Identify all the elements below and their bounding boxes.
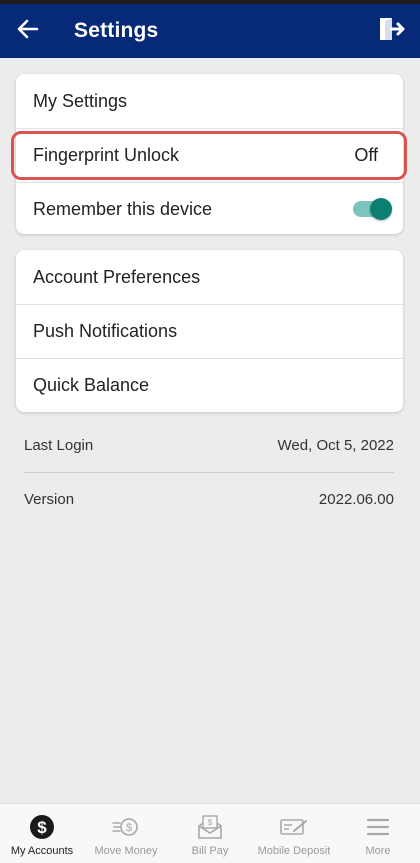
nav-more[interactable]: More (336, 804, 420, 863)
dollar-circle-icon: $ (28, 814, 56, 840)
app-bar: Settings (0, 4, 420, 58)
svg-text:$: $ (37, 818, 47, 837)
nav-label: Mobile Deposit (257, 845, 331, 857)
remember-device-toggle[interactable] (353, 198, 392, 220)
check-deposit-icon (280, 814, 308, 840)
list-item-label: Quick Balance (33, 374, 150, 395)
back-button[interactable] (0, 4, 56, 58)
nav-label: My Accounts (10, 845, 74, 857)
list-item-label: Account Preferences (33, 266, 201, 287)
fingerprint-unlock-label: Fingerprint Unlock (33, 144, 180, 165)
nav-label: Bill Pay (191, 845, 229, 857)
fingerprint-unlock-row[interactable]: Fingerprint Unlock Off (16, 128, 403, 182)
remember-device-row: Remember this device (16, 182, 403, 236)
nav-bill-pay[interactable]: $ Bill Pay (168, 804, 252, 863)
bill-pay-icon: $ (196, 814, 224, 840)
toggle-knob (370, 198, 392, 220)
fingerprint-unlock-value: Off (354, 144, 378, 165)
svg-text:$: $ (208, 818, 213, 827)
list-item-label: Push Notifications (33, 320, 178, 341)
preferences-card: Account Preferences Push Notifications Q… (16, 250, 403, 412)
svg-text:$: $ (126, 822, 132, 834)
bottom-nav: $ My Accounts $ Move Money $ Bill Pay Mo… (0, 803, 420, 863)
my-settings-header: My Settings (16, 74, 403, 128)
move-money-icon: $ (112, 814, 140, 840)
version-value: 2022.06.00 (318, 491, 394, 508)
nav-mobile-deposit[interactable]: Mobile Deposit (252, 804, 336, 863)
menu-icon (364, 814, 392, 840)
my-settings-card: My Settings Fingerprint Unlock Off Remem… (16, 74, 403, 234)
page-title: Settings (74, 19, 159, 42)
logout-icon (377, 15, 405, 48)
quick-balance-item[interactable]: Quick Balance (16, 358, 403, 412)
version-row: Version 2022.06.00 (24, 491, 394, 508)
arrow-left-icon (17, 18, 39, 45)
nav-label: More (365, 845, 391, 857)
nav-my-accounts[interactable]: $ My Accounts (0, 804, 84, 863)
last-login-label: Last Login (24, 437, 94, 454)
nav-label: Move Money (94, 845, 158, 857)
divider (24, 472, 394, 473)
account-preferences-item[interactable]: Account Preferences (16, 250, 403, 304)
nav-move-money[interactable]: $ Move Money (84, 804, 168, 863)
remember-device-label: Remember this device (33, 198, 213, 219)
push-notifications-item[interactable]: Push Notifications (16, 304, 403, 358)
logout-button[interactable] (376, 16, 406, 46)
last-login-value: Wed, Oct 5, 2022 (277, 437, 394, 454)
section-title: My Settings (33, 90, 128, 111)
last-login-row: Last Login Wed, Oct 5, 2022 (24, 437, 394, 454)
version-label: Version (24, 491, 75, 508)
